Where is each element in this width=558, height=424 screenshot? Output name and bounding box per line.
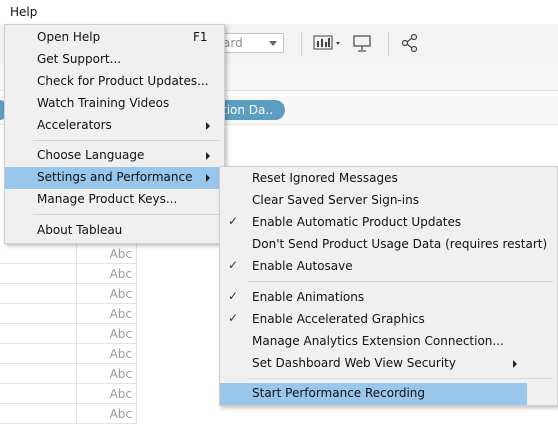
table-row[interactable]: Abc (0, 284, 136, 304)
menu-item-auto-updates[interactable]: ✓ Enable Automatic Product Updates (220, 212, 557, 234)
check-icon: ✓ (228, 214, 239, 228)
settings-performance-submenu: Reset Ignored Messages Clear Saved Serve… (219, 166, 558, 406)
menu-item-label: Enable Automatic Product Updates (252, 215, 462, 229)
menu-item-label: Start Performance Recording (252, 386, 426, 400)
menu-item-usage-data[interactable]: Don't Send Product Usage Data (requires … (220, 234, 557, 256)
menu-separator (33, 214, 220, 215)
cell-type: Abc (109, 287, 132, 301)
presentation-icon[interactable] (352, 33, 372, 56)
menu-item-accelerated-graphics[interactable]: ✓ Enable Accelerated Graphics (220, 309, 557, 331)
menu-item-label: Settings and Performance (37, 170, 193, 184)
menu-item-label: About Tableau (37, 223, 123, 237)
submenu-arrow-icon (513, 360, 517, 368)
toolbar-separator (388, 32, 389, 56)
menu-item-label: Enable Animations (252, 290, 365, 304)
menu-item-label: Set Dashboard Web View Security (252, 356, 456, 370)
menu-item-label: Manage Product Keys... (37, 192, 178, 206)
grid-divider (136, 244, 137, 424)
submenu-arrow-icon (206, 152, 210, 160)
menu-item-manage-keys[interactable]: Manage Product Keys... (5, 189, 224, 211)
menu-item-settings-performance[interactable]: Settings and Performance (5, 167, 224, 189)
data-grid: Abc Abc Abc Abc Abc Abc Abc Abc Abc (0, 244, 137, 424)
table-row[interactable]: Abc (0, 364, 136, 384)
table-row[interactable]: Abc (0, 264, 136, 284)
menu-item-analytics-extension[interactable]: Manage Analytics Extension Connection... (220, 331, 557, 353)
menu-item-label: Reset Ignored Messages (252, 171, 398, 185)
menu-item-web-view-security[interactable]: Set Dashboard Web View Security (220, 353, 557, 375)
menu-item-shortcut: F1 (193, 30, 208, 44)
menu-item-label: Open Help (37, 30, 101, 44)
toolbar-separator (301, 32, 302, 56)
cell-type: Abc (109, 267, 132, 281)
menu-item-accelerators[interactable]: Accelerators (5, 115, 224, 137)
cell-type: Abc (109, 347, 132, 361)
table-row[interactable]: Abc (0, 384, 136, 404)
cell-type: Abc (109, 367, 132, 381)
menu-item-training-videos[interactable]: Watch Training Videos (5, 93, 224, 115)
menu-separator (33, 140, 220, 141)
table-row[interactable]: Abc (0, 344, 136, 364)
check-icon: ✓ (228, 258, 239, 272)
chevron-down-icon (269, 41, 277, 46)
menu-item-label: Accelerators (37, 118, 112, 132)
menu-item-label: Choose Language (37, 148, 145, 162)
menu-item-about[interactable]: About Tableau (5, 220, 224, 242)
help-menu: Open Help F1 Get Support... Check for Pr… (4, 24, 225, 244)
menu-item-label: Clear Saved Server Sign-ins (252, 193, 419, 207)
menu-bar: Help (0, 0, 558, 24)
menu-item-performance-recording[interactable]: Start Performance Recording (220, 383, 527, 405)
table-row[interactable]: Abc (0, 304, 136, 324)
menu-item-autosave[interactable]: ✓ Enable Autosave (220, 256, 557, 278)
menu-item-clear-signins[interactable]: Clear Saved Server Sign-ins (220, 190, 557, 212)
bar-chart-icon[interactable] (313, 33, 343, 56)
table-row[interactable]: Abc (0, 404, 136, 424)
menu-separator (248, 378, 553, 379)
menu-item-label: Don't Send Product Usage Data (requires … (252, 237, 548, 251)
menu-separator (248, 281, 553, 282)
submenu-arrow-icon (206, 174, 210, 182)
cell-type: Abc (109, 407, 132, 421)
menu-item-label: Enable Autosave (252, 259, 353, 273)
menu-item-label: Get Support... (37, 52, 122, 66)
menu-item-choose-language[interactable]: Choose Language (5, 145, 224, 167)
check-icon: ✓ (228, 289, 239, 303)
menu-item-check-updates[interactable]: Check for Product Updates... (5, 71, 224, 93)
menu-item-open-help[interactable]: Open Help F1 (5, 27, 224, 49)
check-icon: ✓ (228, 311, 239, 325)
cell-type: Abc (109, 247, 132, 261)
cell-type: Abc (109, 387, 132, 401)
menu-item-animations[interactable]: ✓ Enable Animations (220, 287, 557, 309)
menu-item-label: Enable Accelerated Graphics (252, 312, 425, 326)
submenu-arrow-icon (206, 122, 210, 130)
menu-help[interactable]: Help (10, 5, 37, 19)
menu-item-label: Manage Analytics Extension Connection... (252, 334, 504, 348)
menu-item-reset-ignored[interactable]: Reset Ignored Messages (220, 168, 557, 190)
menu-item-get-support[interactable]: Get Support... (5, 49, 224, 71)
cell-type: Abc (109, 327, 132, 341)
table-row[interactable]: Abc (0, 244, 136, 264)
share-icon[interactable] (400, 33, 420, 56)
cell-type: Abc (109, 307, 132, 321)
table-row[interactable]: Abc (0, 324, 136, 344)
menu-item-label: Check for Product Updates... (37, 74, 209, 88)
menu-item-label: Watch Training Videos (37, 96, 170, 110)
toolbar-dropdown-value: ard (223, 36, 243, 50)
